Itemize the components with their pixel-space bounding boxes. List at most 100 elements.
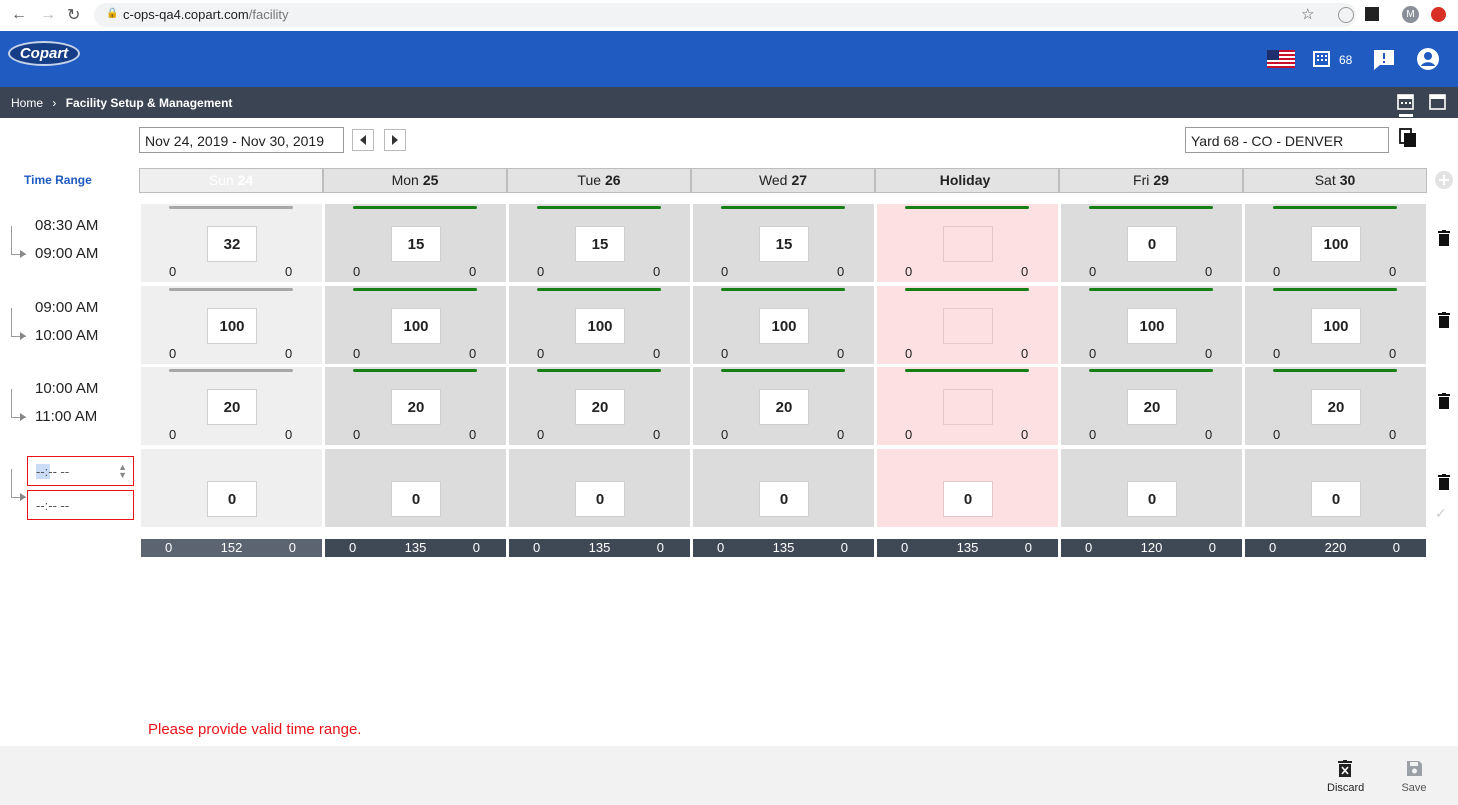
reload-icon[interactable]: ↻ — [67, 5, 80, 25]
copart-logo[interactable]: Copart — [8, 41, 80, 66]
time-start[interactable]: 09:00 AM — [35, 299, 98, 316]
next-week-button[interactable] — [384, 129, 406, 151]
available-count: 0 — [653, 264, 661, 279]
date-range-input[interactable]: Nov 24, 2019 - Nov 30, 2019 — [139, 127, 344, 153]
start-time-input[interactable]: --:-- -- ▲ ▼ — [27, 456, 134, 486]
yard-select[interactable]: Yard 68 - CO - DENVER — [1185, 127, 1389, 153]
capacity-input[interactable] — [943, 389, 993, 425]
capacity-input[interactable]: 0 — [1127, 481, 1177, 517]
update-icon[interactable] — [1431, 7, 1446, 22]
capacity-input[interactable]: 100 — [207, 308, 257, 344]
capacity-input[interactable]: 100 — [1127, 308, 1177, 344]
capacity-input[interactable]: 0 — [943, 481, 993, 517]
capacity-input[interactable] — [943, 308, 993, 344]
slot-cell: 20 0 0 — [141, 367, 322, 445]
capacity-input[interactable]: 20 — [1311, 389, 1361, 425]
slot-cell: 0 — [325, 449, 506, 527]
slot-cell: 20 0 0 — [693, 367, 874, 445]
discard-button[interactable]: Discard — [1327, 760, 1364, 794]
time-end[interactable]: 10:00 AM — [35, 327, 98, 344]
totals-bar: 135 0 0 — [693, 539, 874, 557]
start-time-value: --:-- -- — [36, 464, 70, 479]
user-account-icon[interactable] — [1417, 48, 1439, 75]
capacity-bar — [537, 288, 661, 291]
arrow-head-icon — [20, 332, 26, 340]
day-header: Tue 26 — [507, 168, 691, 193]
day-header: Mon 25 — [323, 168, 507, 193]
forward-icon[interactable]: → — [40, 6, 56, 24]
booked-count: 0 — [537, 264, 545, 279]
capacity-input[interactable]: 20 — [759, 389, 809, 425]
capacity-input[interactable]: 0 — [207, 481, 257, 517]
copy-icon[interactable] — [1399, 128, 1417, 153]
delete-row-icon[interactable] — [1438, 474, 1450, 495]
capacity-input[interactable]: 0 — [1311, 481, 1361, 517]
capacity-input[interactable]: 100 — [1311, 308, 1361, 344]
slot-cell: 100 0 0 — [693, 286, 874, 364]
available-count: 0 — [285, 264, 293, 279]
previous-week-button[interactable] — [352, 129, 374, 151]
delete-row-icon[interactable] — [1438, 312, 1450, 333]
capacity-input[interactable]: 15 — [391, 226, 441, 262]
month-calendar-icon[interactable] — [1429, 93, 1446, 115]
capacity-input[interactable]: 20 — [575, 389, 625, 425]
add-column-icon[interactable] — [1435, 171, 1453, 189]
capacity-input[interactable]: 0 — [391, 481, 441, 517]
capacity-input[interactable] — [943, 226, 993, 262]
capacity-input[interactable]: 20 — [1127, 389, 1177, 425]
capacity-input[interactable]: 100 — [575, 308, 625, 344]
slot-cell: 0 — [141, 449, 322, 527]
available-count: 0 — [285, 427, 293, 442]
capacity-input[interactable]: 15 — [575, 226, 625, 262]
breadcrumb-home[interactable]: Home — [11, 96, 43, 110]
url-text: c-ops-qa4.copart.com/facility — [123, 7, 289, 22]
slot-cell: 0 — [1245, 449, 1426, 527]
confirm-check-icon[interactable]: ✓ — [1435, 505, 1447, 522]
day-number: 25 — [422, 172, 439, 188]
booked-count: 0 — [905, 264, 913, 279]
profile-avatar[interactable]: M — [1402, 6, 1419, 23]
capacity-input[interactable]: 32 — [207, 226, 257, 262]
capacity-bar — [353, 288, 477, 291]
day-name: Holiday — [939, 172, 991, 188]
capacity-input[interactable]: 0 — [575, 481, 625, 517]
capacity-input[interactable]: 15 — [759, 226, 809, 262]
back-icon[interactable]: ← — [11, 6, 27, 24]
us-flag-icon[interactable] — [1267, 50, 1295, 68]
save-button[interactable]: Save — [1398, 760, 1430, 794]
day-header: Sat 30 — [1243, 168, 1427, 193]
arrow-head-icon — [20, 493, 26, 501]
capacity-input[interactable]: 100 — [391, 308, 441, 344]
time-end[interactable]: 11:00 AM — [35, 408, 97, 425]
arrow-head-icon — [20, 413, 26, 421]
delete-row-icon[interactable] — [1438, 230, 1450, 251]
end-time-input[interactable]: --:-- -- — [27, 490, 134, 520]
booked-count: 0 — [1089, 346, 1097, 361]
delete-row-icon[interactable] — [1438, 393, 1450, 414]
total-available: 0 — [1392, 540, 1400, 555]
extension-icon[interactable] — [1338, 7, 1354, 23]
time-start[interactable]: 08:30 AM — [35, 217, 98, 234]
capacity-bar — [1273, 288, 1397, 291]
spinner-icon[interactable]: ▲ ▼ — [118, 463, 127, 480]
time-end[interactable]: 09:00 AM — [35, 245, 98, 262]
capacity-input[interactable]: 0 — [1127, 226, 1177, 262]
slot-cell: 00 — [877, 204, 1058, 282]
capacity-input[interactable]: 100 — [759, 308, 809, 344]
day-name: Wed — [758, 172, 788, 188]
building-icon[interactable] — [1313, 51, 1330, 72]
time-range-label: Time Range — [24, 173, 92, 187]
total-booked: 0 — [165, 540, 173, 555]
extension-icon[interactable] — [1365, 7, 1379, 21]
day-number: 30 — [1339, 172, 1356, 188]
totals-bar: 220 0 0 — [1245, 539, 1426, 557]
bookmark-star-icon[interactable]: ☆ — [1301, 5, 1314, 23]
capacity-input[interactable]: 100 — [1311, 226, 1361, 262]
notification-icon[interactable] — [1373, 49, 1395, 76]
week-calendar-icon[interactable] — [1397, 93, 1414, 115]
capacity-input[interactable]: 20 — [207, 389, 257, 425]
capacity-input[interactable]: 0 — [759, 481, 809, 517]
capacity-input[interactable]: 20 — [391, 389, 441, 425]
time-start[interactable]: 10:00 AM — [35, 380, 98, 397]
browser-toolbar: ← → ↻ 🔒 c-ops-qa4.copart.com/facility ☆ … — [0, 0, 1458, 31]
